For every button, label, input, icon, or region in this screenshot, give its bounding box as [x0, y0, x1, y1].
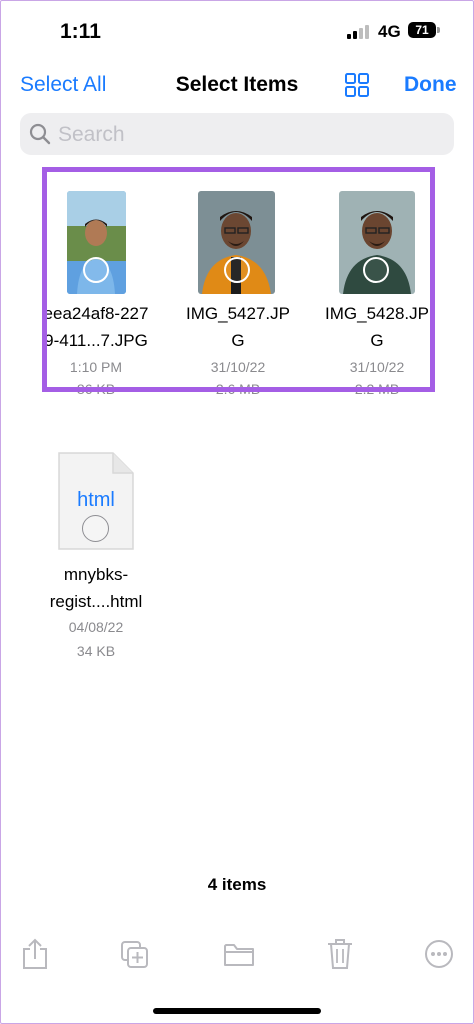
file-date: 1:10 PM	[69, 359, 123, 375]
file-size: 86 KB	[76, 381, 116, 397]
file-name: mnybks-	[63, 565, 129, 584]
search-icon	[29, 123, 51, 145]
file-item[interactable]: IMG_5428.JP G 31/10/22 2.2 MB	[312, 191, 442, 397]
file-name: G	[370, 331, 384, 350]
selection-circle[interactable]	[224, 257, 250, 283]
search-bar[interactable]	[20, 113, 454, 157]
item-count: 4 items	[207, 875, 267, 894]
grid-icon[interactable]	[344, 72, 370, 98]
file-item[interactable]: eea24af8-227 9-411...7.JPG 1:10 PM 86 KB	[31, 191, 161, 397]
file-date: 31/10/22	[210, 359, 266, 375]
file-name: G	[231, 331, 245, 350]
file-item[interactable]: IMG_5427.JP G 31/10/22 2.6 MB	[173, 191, 303, 397]
duplicate-icon[interactable]	[120, 938, 150, 970]
network-type: 4G	[378, 22, 401, 41]
signal-icon	[347, 25, 371, 39]
folder-icon[interactable]	[223, 938, 254, 970]
file-name: eea24af8-227	[43, 304, 149, 323]
search-input[interactable]	[56, 113, 440, 157]
file-name: IMG_5428.JP	[325, 304, 429, 323]
done-button[interactable]: Done	[404, 73, 457, 97]
trash-icon[interactable]	[326, 938, 356, 970]
select-all-button[interactable]: Select All	[20, 73, 106, 97]
file-name: regist....html	[49, 592, 143, 611]
file-date: 04/08/22	[68, 619, 124, 635]
file-size: 34 KB	[76, 643, 116, 659]
selection-circle[interactable]	[82, 515, 109, 542]
battery-icon: 71	[408, 22, 436, 38]
file-size: 2.2 MB	[354, 381, 400, 397]
more-icon[interactable]	[424, 938, 454, 970]
selection-circle[interactable]	[363, 257, 389, 283]
file-date: 31/10/22	[349, 359, 405, 375]
file-name: 9-411...7.JPG	[44, 331, 148, 350]
share-icon[interactable]	[20, 938, 50, 970]
status-time: 1:11	[60, 20, 101, 43]
selection-circle[interactable]	[83, 257, 109, 283]
html-document-icon: html	[57, 451, 135, 551]
home-indicator	[153, 1008, 321, 1014]
battery-tip	[437, 27, 440, 33]
file-name: IMG_5427.JP	[186, 304, 290, 323]
doc-type-label: html	[77, 489, 115, 511]
file-size: 2.6 MB	[215, 381, 261, 397]
